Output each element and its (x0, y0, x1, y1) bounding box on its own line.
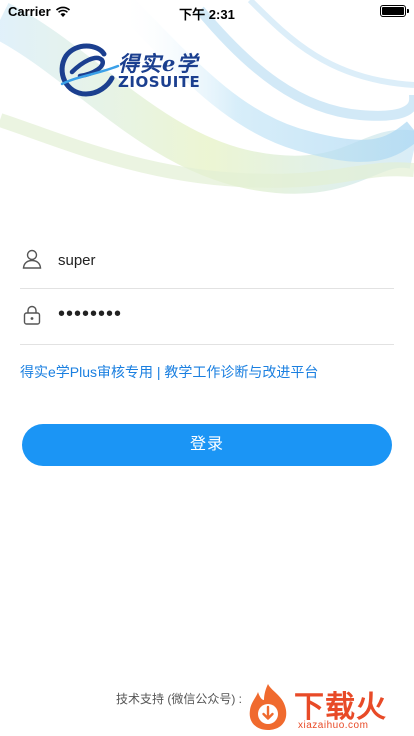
flame-icon (249, 684, 287, 730)
header-background (0, 0, 414, 205)
watermark-url: xiazaihuo.com (298, 720, 369, 731)
battery-icon (380, 5, 409, 17)
status-bar: Carrier 下午 2:31 (0, 0, 414, 22)
platform-banner: 得实e学Plus审核专用 | 教学工作诊断与改进平台 (20, 364, 319, 380)
username-input[interactable]: super (58, 233, 96, 288)
app-logo: 得实e学 ZIOSUITE (58, 40, 223, 100)
login-button[interactable]: 登录 (22, 424, 392, 466)
watermark: 下载火 xiazaihuo.com (244, 680, 414, 736)
user-icon (22, 249, 42, 269)
logo-subtitle: ZIOSUITE (118, 73, 201, 91)
password-input[interactable]: •••••••• (58, 287, 122, 342)
wave-decoration (0, 0, 414, 205)
username-row[interactable]: super (20, 233, 394, 289)
password-row[interactable]: •••••••• (20, 289, 394, 345)
e-logo-icon (59, 43, 120, 97)
lock-icon (23, 305, 41, 325)
status-time: 下午 2:31 (179, 7, 235, 22)
support-text: 技术支持 (微信公众号) : (116, 692, 242, 706)
